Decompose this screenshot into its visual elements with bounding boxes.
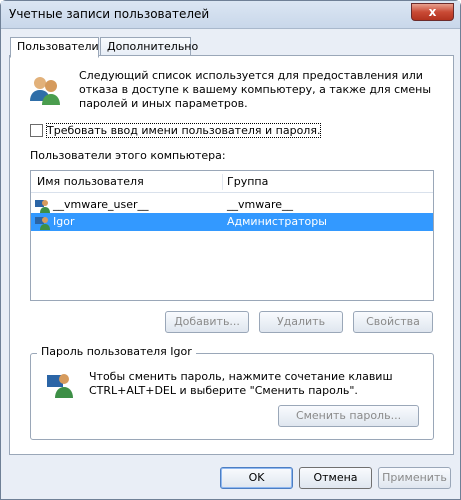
tab-users[interactable]: Пользователи bbox=[10, 37, 99, 58]
column-header-username[interactable]: Имя пользователя bbox=[37, 175, 144, 188]
tab-advanced[interactable]: Дополнительно bbox=[100, 37, 198, 57]
password-instructions: Чтобы сменить пароль, нажмите сочетание … bbox=[89, 370, 393, 397]
table-row-selected[interactable]: Igor Администраторы bbox=[31, 213, 433, 231]
add-button[interactable]: Добавить... bbox=[165, 311, 249, 333]
delete-button[interactable]: Удалить bbox=[259, 311, 343, 333]
cancel-button[interactable]: Отмена bbox=[299, 467, 372, 489]
group-cell: __vmware__ bbox=[227, 198, 294, 211]
change-password-button[interactable]: Сменить пароль... bbox=[278, 405, 419, 427]
user-accounts-dialog: Учетные записи пользователей x Пользоват… bbox=[0, 0, 461, 500]
require-login-checkbox[interactable] bbox=[30, 123, 43, 137]
users-table[interactable]: Имя пользователя Группа __vmware_user__ … bbox=[30, 170, 434, 301]
column-separator[interactable] bbox=[222, 174, 223, 190]
table-header: Имя пользователя Группа bbox=[31, 171, 433, 193]
description-text: Следующий список используется для предос… bbox=[79, 69, 432, 110]
group-cell: Администраторы bbox=[227, 215, 327, 228]
ok-button[interactable]: OK bbox=[220, 467, 293, 489]
user-password-icon bbox=[47, 374, 73, 398]
password-group-title: Пароль пользователя Igor bbox=[37, 345, 196, 358]
users-icon bbox=[30, 77, 60, 105]
properties-button[interactable]: Свойства bbox=[353, 311, 433, 333]
users-section-label: Пользователи этого компьютера: bbox=[30, 149, 226, 162]
require-login-label: Требовать ввод имени пользователя и паро… bbox=[45, 122, 322, 138]
column-header-group[interactable]: Группа bbox=[227, 175, 268, 188]
apply-button[interactable]: Применить bbox=[378, 467, 451, 489]
title-bar: Учетные записи пользователей x bbox=[1, 1, 460, 29]
close-button[interactable]: x bbox=[411, 3, 454, 21]
table-row[interactable]: __vmware_user__ __vmware__ bbox=[31, 196, 433, 214]
window-title: Учетные записи пользователей bbox=[9, 7, 210, 21]
username-cell: Igor bbox=[53, 215, 75, 228]
user-icon bbox=[35, 200, 50, 213]
user-icon bbox=[35, 217, 50, 230]
username-cell: __vmware_user__ bbox=[53, 198, 149, 211]
close-icon: x bbox=[428, 5, 437, 19]
require-login-option[interactable]: Требовать ввод имени пользователя и паро… bbox=[30, 121, 322, 139]
